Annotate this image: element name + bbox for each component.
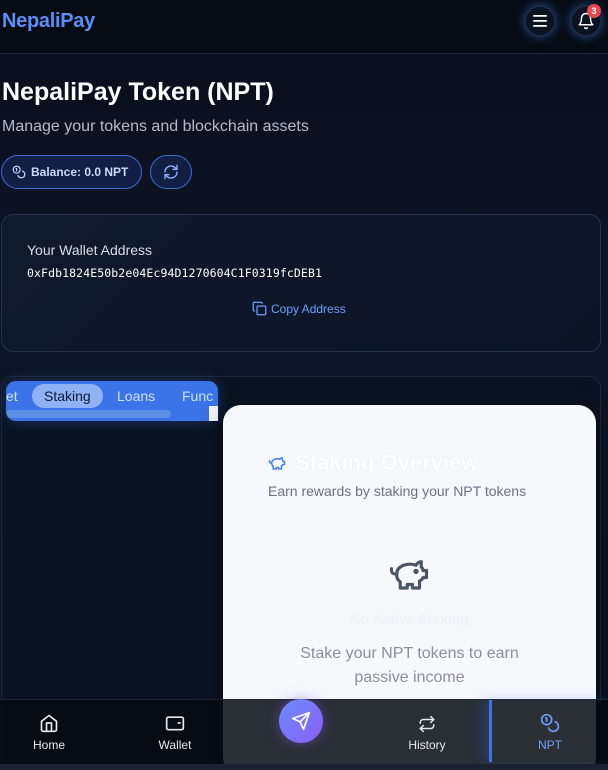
menu-button[interactable] bbox=[524, 5, 556, 37]
tab-loans[interactable]: Loans bbox=[117, 384, 155, 408]
balance-label: Balance: 0.0 NPT bbox=[31, 165, 129, 179]
nav-home[interactable]: Home bbox=[18, 700, 80, 762]
send-button[interactable] bbox=[279, 699, 323, 743]
top-header: NepaliPay 3 bbox=[0, 0, 608, 54]
staking-title: Staking Overview bbox=[295, 450, 479, 475]
tab-scrollbar[interactable] bbox=[6, 410, 171, 418]
wallet-address-label: Your Wallet Address bbox=[27, 242, 153, 258]
copy-address-label: Copy Address bbox=[271, 301, 346, 316]
staking-subtitle: Earn rewards by staking your NPT tokens bbox=[268, 483, 527, 499]
nav-history-label: History bbox=[408, 738, 446, 752]
nav-home-label: Home bbox=[32, 738, 65, 752]
transfer-arrows-icon bbox=[419, 715, 435, 733]
piggy-bank-icon bbox=[389, 560, 429, 590]
wallet-address-card: Your Wallet Address 0xFdb1824E50b2e04Ec9… bbox=[1, 214, 601, 352]
copy-address-button[interactable]: Copy Address bbox=[252, 301, 346, 316]
hamburger-menu-icon bbox=[533, 15, 547, 27]
notifications-button[interactable]: 3 bbox=[570, 4, 602, 37]
tab-funds[interactable]: Func bbox=[182, 384, 213, 408]
refresh-button[interactable] bbox=[150, 155, 192, 189]
coins-icon bbox=[540, 713, 560, 733]
nav-npt-label: NPT bbox=[538, 738, 562, 752]
staking-title-row: Staking Overview bbox=[267, 450, 478, 476]
nav-npt[interactable]: NPT bbox=[489, 700, 608, 762]
empty-state-illustration bbox=[385, 553, 433, 600]
balance-badge[interactable]: Balance: 0.0 NPT bbox=[1, 155, 142, 189]
nav-wallet-label: Wallet bbox=[158, 738, 192, 752]
refresh-icon bbox=[164, 164, 178, 180]
wallet-icon bbox=[165, 716, 185, 731]
empty-state-description: Stake your NPT tokens to earn passive in… bbox=[300, 645, 519, 686]
tab-bar[interactable]: et Staking Loans Func bbox=[6, 381, 218, 421]
wallet-address-value: 0xFdb1824E50b2e04Ec94D1270604C1F0319fcDE… bbox=[27, 266, 322, 280]
scrollbar-end bbox=[209, 406, 218, 421]
tab-wallet[interactable]: et bbox=[6, 384, 18, 408]
coins-icon bbox=[12, 165, 26, 179]
copy-icon bbox=[252, 301, 267, 316]
home-icon bbox=[40, 714, 58, 733]
send-icon bbox=[291, 711, 311, 731]
notification-badge: 3 bbox=[587, 4, 601, 18]
app-logo[interactable]: NepaliPay bbox=[2, 10, 95, 33]
piggy-bank-icon bbox=[268, 457, 286, 470]
page-title: NepaliPay Token (NPT) bbox=[2, 78, 274, 106]
empty-state-title: No Active Staking bbox=[350, 611, 469, 627]
nav-wallet[interactable]: Wallet bbox=[143, 700, 207, 762]
page-subtitle: Manage your tokens and blockchain assets bbox=[2, 118, 309, 135]
nav-history[interactable]: History bbox=[395, 700, 459, 762]
tab-staking[interactable]: Staking bbox=[32, 384, 103, 408]
bottom-edge-bar bbox=[0, 764, 608, 770]
